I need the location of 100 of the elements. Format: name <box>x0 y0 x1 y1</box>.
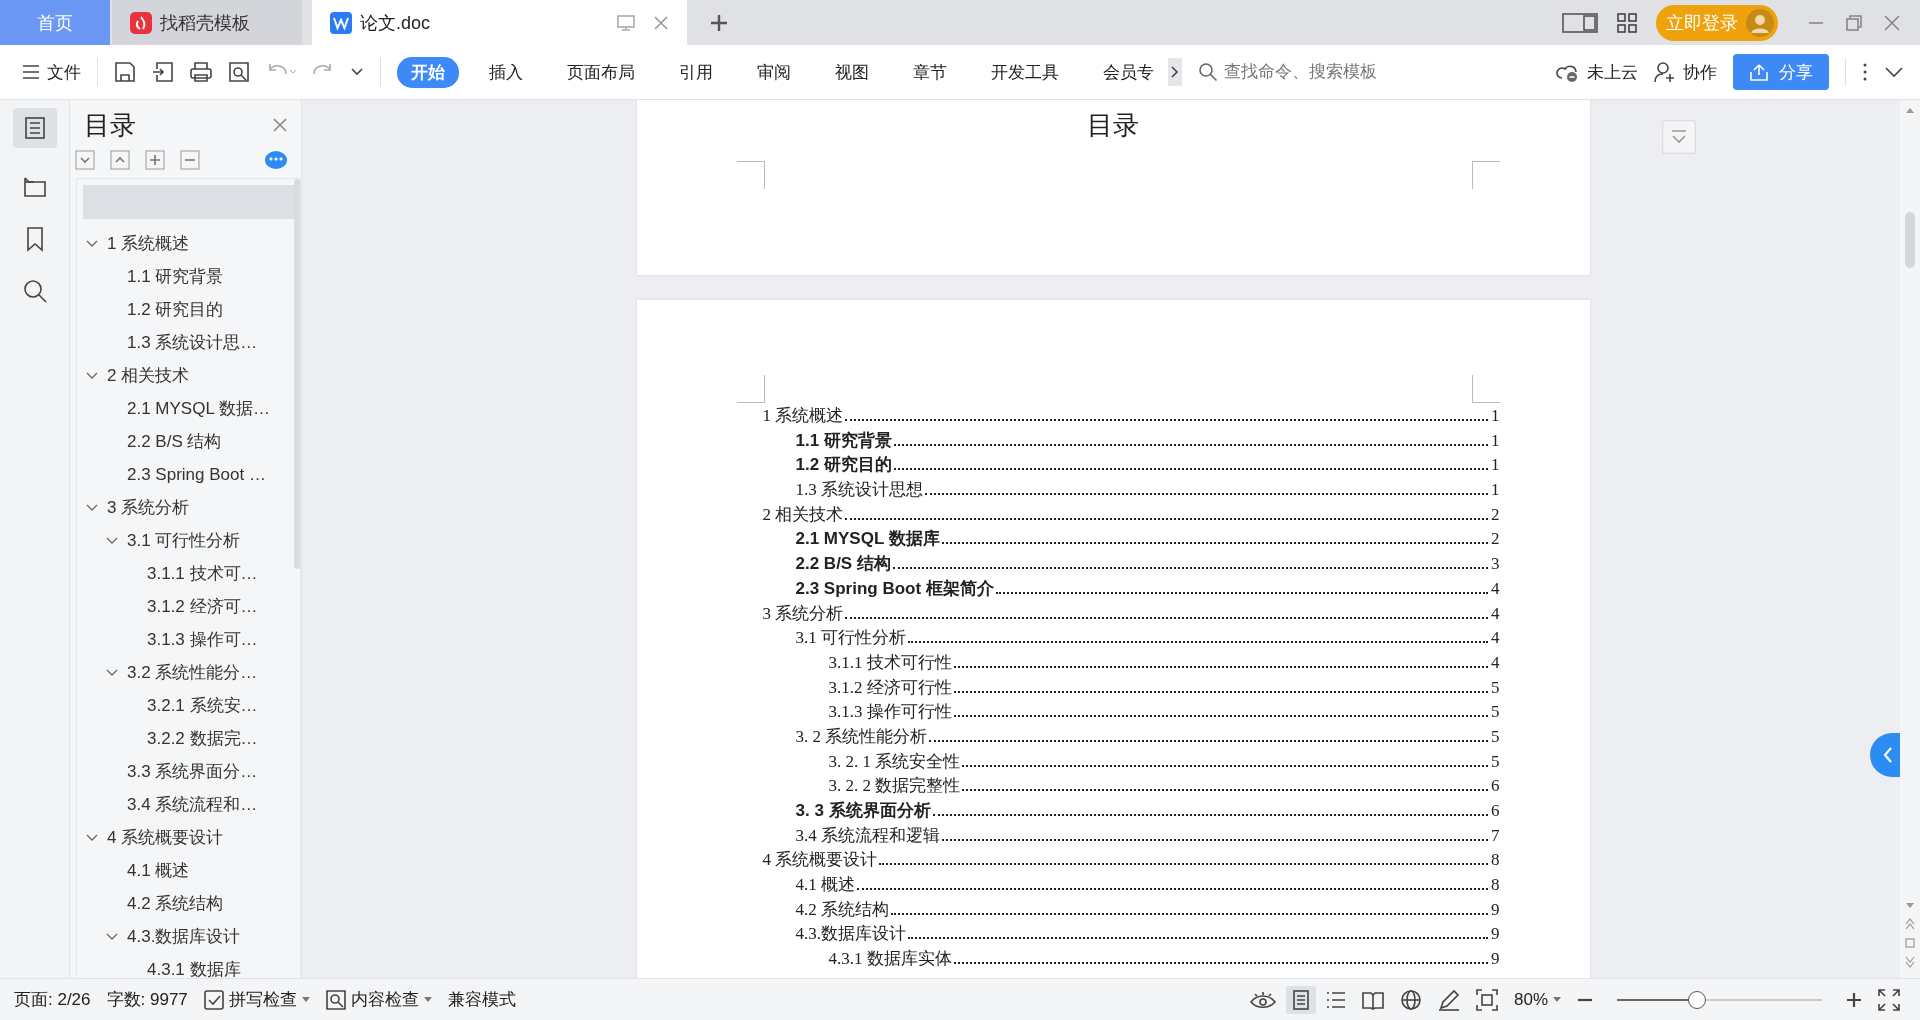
fullscreen-icon[interactable] <box>1878 988 1900 1011</box>
plus-icon[interactable] <box>709 12 729 33</box>
bookmark-icon[interactable] <box>24 226 45 252</box>
toc-entry[interactable]: 1.3 系统设计思想 <box>795 478 923 502</box>
document-tab[interactable]: 找稻壳模板 <box>112 0 302 45</box>
toc-entry[interactable]: 1 系统概述 <box>762 404 844 427</box>
content-check-button[interactable]: 内容检查 <box>325 988 432 1011</box>
outline-item[interactable]: 3.2.1 系统安… <box>147 694 258 717</box>
toc-entry[interactable]: 1.2 研究目的 <box>795 453 892 477</box>
outline-item[interactable]: 4.3.数据库设计 <box>127 925 241 948</box>
toc-entry[interactable]: 3.1.3 操作可行性 <box>828 700 952 724</box>
cloud-button[interactable]: 未上云 <box>1556 60 1638 84</box>
scroll-right-icon[interactable] <box>1168 58 1182 86</box>
outline-item[interactable]: 3.1.3 操作可… <box>147 628 258 651</box>
chevron-down-icon[interactable] <box>1884 66 1904 78</box>
zoom-dropdown[interactable]: 80% <box>1513 989 1561 1010</box>
toc-entry[interactable]: 4.2 系统结构 <box>795 897 889 921</box>
outline-item[interactable]: 4.2 系统结构 <box>127 892 224 915</box>
page-number: 7 <box>1490 825 1500 846</box>
outline-item[interactable]: 4 系统概要设计 <box>107 826 224 849</box>
grid-icon[interactable] <box>1616 11 1638 34</box>
outline-item[interactable]: 2.3 Spring Boot … <box>127 464 266 485</box>
toc-entry[interactable]: 3 系统分析 <box>762 601 844 625</box>
outline-item[interactable]: 4.3.1 数据库 <box>147 958 241 978</box>
scroll-down-icon[interactable] <box>1905 902 1915 910</box>
toc-entry[interactable]: 4 系统概要设计 <box>762 848 878 872</box>
search-field[interactable]: 查找命令、搜索模板 <box>1198 61 1398 83</box>
outline-view-icon[interactable] <box>1325 990 1346 1009</box>
expand-icon[interactable] <box>75 150 95 170</box>
outline-item[interactable]: 2.2 B/S 结构 <box>127 430 222 453</box>
toc-entry[interactable]: 3. 2. 1 系统安全性 <box>828 749 961 773</box>
print-icon[interactable] <box>190 61 212 83</box>
document-tab[interactable]: 论文.doc <box>312 0 687 45</box>
toc-entry[interactable]: 3.1 可行性分析 <box>795 626 906 650</box>
toc-entry[interactable]: 2 相关技术 <box>762 502 844 526</box>
outline-item[interactable]: 3.1.1 技术可… <box>147 562 258 585</box>
save-icon[interactable] <box>114 61 136 83</box>
caret-icon[interactable] <box>350 67 364 77</box>
preview-icon[interactable] <box>228 61 250 83</box>
ribbon-tab[interactable]: 审阅 <box>743 56 805 88</box>
book-view-icon[interactable] <box>1361 989 1384 1010</box>
outline-item[interactable]: 1.2 研究目的 <box>127 298 224 321</box>
outline-item[interactable]: 1.3 系统设计思… <box>127 331 258 354</box>
outline-item[interactable]: 3.4 系统流程和… <box>127 793 258 816</box>
ribbon-tab[interactable]: 插入 <box>475 56 537 88</box>
toc-entry[interactable]: 3. 3 系统界面分析 <box>795 799 931 822</box>
ribbon-tab[interactable]: 章节 <box>899 56 961 88</box>
slider-thumb[interactable] <box>1687 990 1706 1009</box>
toc-entry[interactable]: 2.3 Spring Boot 框架简介 <box>795 576 994 600</box>
outline-item[interactable]: 3.2.2 数据完… <box>147 727 258 750</box>
close-icon[interactable] <box>273 118 287 132</box>
outline-icon[interactable] <box>12 108 57 148</box>
remove-icon[interactable] <box>180 150 200 170</box>
outline-item[interactable]: 3.2 系统性能分… <box>127 661 258 684</box>
export-icon[interactable] <box>152 61 174 83</box>
toc-entry[interactable]: 3. 2 系统性能分析 <box>795 724 928 748</box>
close-icon[interactable] <box>653 14 669 31</box>
toc-entry[interactable]: 3.4 系统流程和逻辑 <box>795 823 940 847</box>
outline-item[interactable]: 3.1.2 经济可… <box>147 595 258 618</box>
more-icon[interactable] <box>1862 62 1868 82</box>
ribbon-tab[interactable]: 视图 <box>821 56 883 88</box>
eye-icon[interactable] <box>1249 989 1276 1010</box>
outline-item[interactable]: 3.3 系统界面分… <box>127 760 258 783</box>
chat-icon[interactable] <box>265 150 287 170</box>
file-menu[interactable]: 文件 <box>22 60 81 84</box>
ribbon-tab[interactable]: 开发工具 <box>977 56 1073 88</box>
page-view-icon[interactable] <box>1285 985 1316 1014</box>
toc-entry[interactable]: 2.1 MYSQL 数据库 <box>795 527 940 551</box>
chevron-left-icon[interactable] <box>1870 733 1900 777</box>
fit-page-icon[interactable] <box>1475 988 1498 1011</box>
outline-item[interactable]: 1 系统概述 <box>107 232 190 255</box>
ribbon-tab[interactable]: 页面布局 <box>553 56 649 88</box>
zoom-in-icon[interactable] <box>1846 991 1862 1008</box>
pen-icon[interactable] <box>1437 988 1460 1011</box>
add-icon[interactable] <box>145 150 165 170</box>
search-icon[interactable] <box>21 278 48 304</box>
close-icon[interactable] <box>1882 12 1902 33</box>
toc-entry[interactable]: 4.1 概述 <box>795 873 855 897</box>
outline-item[interactable]: 2.1 MYSQL 数据… <box>127 397 270 420</box>
web-view-icon[interactable] <box>1399 988 1422 1011</box>
outline-item[interactable]: 3.1 可行性分析 <box>127 529 241 552</box>
outline-item[interactable]: 3 系统分析 <box>107 496 190 519</box>
restore-icon[interactable] <box>1844 12 1864 33</box>
toc-entry[interactable]: 3.1.2 经济可行性 <box>828 675 952 699</box>
spell-check-button[interactable]: 拼写检查 <box>203 988 310 1011</box>
toc-entry[interactable]: 2.2 B/S 结构 <box>795 552 891 576</box>
collaborate-button[interactable]: 协作 <box>1654 60 1717 84</box>
ribbon-tab[interactable]: 会员专 <box>1089 56 1168 88</box>
outline-item[interactable]: 4.1 概述 <box>127 859 190 882</box>
outline-item[interactable]: 1.1 研究背景 <box>127 265 224 288</box>
outline-item[interactable]: 2 相关技术 <box>107 364 190 387</box>
toc-entry[interactable]: 1.1 研究背景 <box>795 428 892 452</box>
ribbon-tab[interactable]: 引用 <box>665 56 727 88</box>
scroll-up-icon[interactable] <box>1905 106 1915 114</box>
toc-entry[interactable]: 4.3.1 数据库实体 <box>828 947 952 971</box>
toc-entry[interactable]: 3.1.1 技术可行性 <box>828 650 952 674</box>
scroll-thumb[interactable] <box>1905 212 1915 268</box>
toc-entry[interactable]: 3. 2. 2 数据完整性 <box>828 774 961 798</box>
collapse-icon[interactable] <box>110 150 130 170</box>
toc-entry[interactable]: 4.3.数据库设计 <box>795 922 906 946</box>
